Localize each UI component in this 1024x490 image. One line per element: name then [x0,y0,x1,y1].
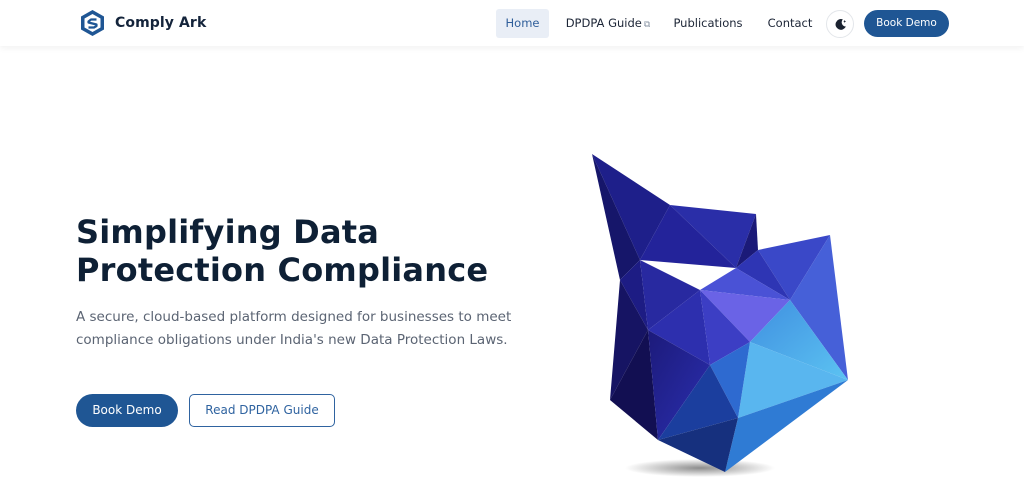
theme-toggle-button[interactable] [826,10,854,38]
hexagon-shield-logo-icon [81,10,104,36]
hero-book-demo-button[interactable]: Book Demo [76,394,178,427]
nav-dpdpa-guide-label: DPDPA Guide [565,16,642,30]
hero-title: Simplifying Data Protection Compliance [76,213,546,289]
hero-title-line1: Simplifying Data [76,213,380,251]
navbar: Comply Ark Home DPDPA Guide ⧉ Publication… [0,0,1024,46]
nav-dpdpa-guide[interactable]: DPDPA Guide ⧉ [562,9,654,38]
hero-subtitle: A secure, cloud-based platform designed … [76,309,512,348]
nav-home[interactable]: Home [496,9,549,38]
nav-publications[interactable]: Publications [670,9,746,38]
external-link-icon: ⧉ [643,20,651,30]
moon-icon [835,18,846,30]
hero-title-line2: Protection Compliance [76,251,489,289]
brand-link[interactable]: Comply Ark [80,9,206,37]
low-poly-crystal-illustration [592,154,848,477]
nav-book-demo-button[interactable]: Book Demo [864,10,949,37]
hero-read-guide-button[interactable]: Read DPDPA Guide [189,394,335,427]
brand-name: Comply Ark [115,15,207,31]
nav-contact[interactable]: Contact [764,9,816,38]
